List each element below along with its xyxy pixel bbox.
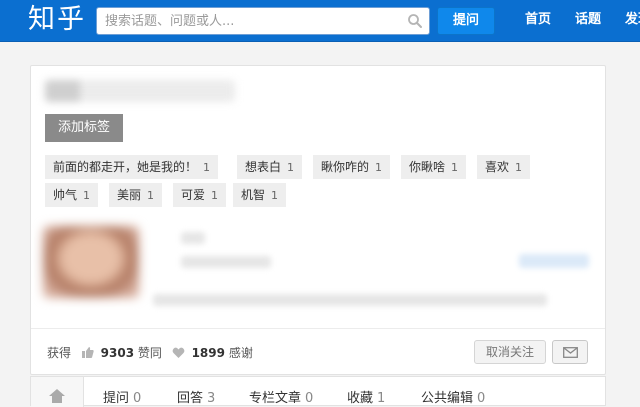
blurred-link [519, 254, 589, 268]
tag-item[interactable]: 瞅你咋的 1 [313, 155, 391, 179]
blurred-text [181, 232, 205, 244]
profile-tabs: 提问 0 回答 3 专栏文章 0 收藏 1 公共编辑 0 [30, 376, 606, 407]
add-tag-button[interactable]: 添加标签 [45, 114, 123, 142]
nav-explore[interactable]: 发现 [625, 0, 640, 41]
blurred-username [45, 80, 235, 102]
tag-item[interactable]: 可爱 1 [173, 183, 227, 207]
blurred-text [153, 294, 547, 306]
heart-icon [172, 347, 185, 358]
blurred-text [181, 256, 271, 268]
mail-icon [563, 347, 578, 358]
tab-public-edits[interactable]: 公共编辑 0 [421, 387, 485, 406]
stats-line: 获得 9303 赞同 1899 感谢 [47, 346, 253, 360]
nav-topics[interactable]: 话题 [575, 0, 601, 41]
message-button[interactable] [552, 340, 588, 364]
thumbs-up-icon [81, 347, 94, 358]
blurred-avatar [43, 226, 139, 298]
zhihu-logo[interactable]: 知乎 [28, 3, 86, 37]
tab-home[interactable] [31, 377, 84, 407]
search-icon[interactable] [407, 13, 423, 29]
nav-home[interactable]: 首页 [525, 0, 551, 41]
tag-item[interactable]: 你瞅啥 1 [401, 155, 467, 179]
home-icon [49, 389, 65, 403]
tag-item[interactable]: 前面的都走开，她是我的！ 1 [45, 155, 219, 179]
profile-card: 添加标签 前面的都走开，她是我的！ 1 想表白 1 瞅你咋的 1 你瞅啥 1 喜欢 1 帅… [30, 65, 606, 375]
tag-item[interactable]: 机智 1 [233, 183, 287, 207]
tab-collections[interactable]: 收藏 1 [347, 387, 385, 406]
tag-item[interactable]: 美丽 1 [109, 183, 163, 207]
tag-item[interactable]: 喜欢 1 [477, 155, 531, 179]
ask-question-button[interactable]: 提问 [437, 7, 495, 35]
tab-questions[interactable]: 提问 0 [103, 387, 141, 406]
tab-articles[interactable]: 专栏文章 0 [249, 387, 313, 406]
top-bar: 知乎 提问 首页 话题 发现 [0, 0, 640, 42]
unfollow-button[interactable]: 取消关注 [474, 340, 546, 364]
search-input[interactable] [97, 8, 405, 34]
search-box[interactable] [96, 7, 430, 35]
tag-item[interactable]: 帅气 1 [45, 183, 99, 207]
tab-answers[interactable]: 回答 3 [177, 387, 215, 406]
tag-item[interactable]: 想表白 1 [237, 155, 303, 179]
divider [31, 328, 605, 329]
